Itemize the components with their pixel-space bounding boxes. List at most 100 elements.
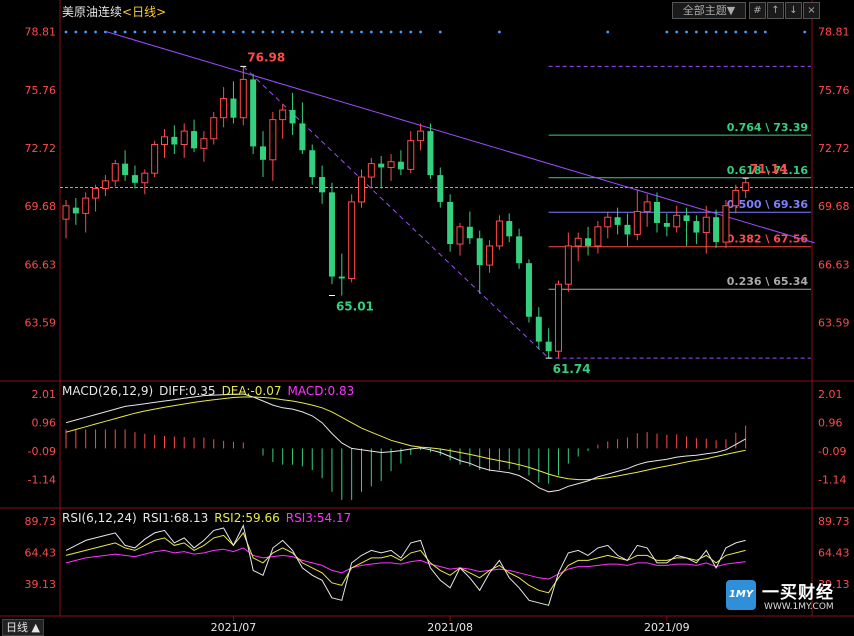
candle-body [654,201,660,223]
macd-tick-label-left: -1.14 [28,473,56,486]
macd-tick-label-right: 0.96 [818,416,843,429]
grid-toggle-button[interactable]: # [749,2,766,19]
candle-body [72,207,79,214]
signal-dot [192,30,196,34]
period-label[interactable]: <日线> [122,5,166,19]
candle-body [456,226,464,245]
signal-dot [330,30,334,34]
signal-dot [182,30,186,34]
move-down-button[interactable]: ↓ [785,2,802,19]
candle-body [643,201,651,212]
signal-dot [419,30,422,34]
signal-dot [763,30,767,34]
y-tick-label-left: 69.68 [25,200,57,213]
signal-dot [675,30,679,34]
brand-logo: 1MY 一买财经 WWW.1MY.COM [724,578,850,618]
signal-dot [64,30,68,34]
macd-title: MACD(26,12,9) DIFF:0.35 DEA:-0.07 MACD:0.83 [62,384,360,398]
candle-body [111,163,119,182]
candle-body [101,180,109,190]
x-tick-label: 2021/07 [211,621,257,634]
macd-tick-label-left: -0.09 [28,445,56,458]
signal-dot [320,30,324,34]
candle-body [279,109,287,121]
brand-badge: 1MY [726,580,756,610]
candle-body [437,175,444,202]
signal-dot [241,30,245,34]
candle-body [516,236,523,264]
candle-body [545,341,552,352]
rsi-title: RSI(6,12,24) RSI1:68.13 RSI2:59.66 RSI3:54.… [62,511,357,525]
price-annotation: 61.74 [553,362,591,376]
candle-body [564,245,572,285]
candle-body [367,163,375,178]
rsi-params: RSI(6,12,24) [62,511,137,525]
signal-dot [399,30,403,34]
candle-body [62,205,70,220]
candle-body [417,130,425,142]
signal-dot [143,30,147,34]
macd-tick-label-right: -1.14 [818,473,846,486]
candle-body [624,224,631,235]
macd-macd-value: MACD:0.83 [287,384,355,398]
candle-body [319,177,326,193]
rsi2-value: RSI2:59.66 [214,511,280,525]
candle-body [673,214,681,228]
signal-dot [133,30,137,34]
candle-body [506,221,513,237]
signal-dot [369,30,373,34]
signal-dot [232,30,235,34]
signal-dot [498,30,501,34]
rsi1-line [65,524,746,606]
close-chart-button[interactable]: × [803,2,820,19]
candle-body [269,119,277,161]
candle-body [742,182,750,191]
candle-body [722,205,730,243]
signal-dot [301,30,304,34]
move-up-button[interactable]: ↑ [767,2,784,19]
brand-name: 一买财经 [762,583,834,603]
rsi-tick-label-left: 64.43 [25,546,57,559]
candle-body [486,245,494,266]
fib-level-label: 0.382 \ 67.56 [727,233,809,246]
candle-body [239,78,247,119]
fib-level-label: 0.236 \ 65.34 [727,275,809,288]
y-tick-label-right: 63.59 [818,317,850,330]
candle-body [574,237,582,247]
rsi1-value: RSI1:68.13 [142,511,209,525]
candle-body [397,161,404,170]
candle-body [191,131,198,149]
candle-body [476,238,483,266]
signal-dot [202,30,206,34]
signal-dot [704,30,708,34]
candle-body [161,136,168,145]
theme-dropdown-button[interactable]: 全部主题▼ [672,2,746,19]
chart-window: { "header": { "instrument": "美原油连续", "pe… [0,0,854,636]
rsi-tick-label-left: 89.73 [25,515,57,528]
candle-body [614,217,621,225]
candle-body [447,201,454,245]
y-tick-label-left: 75.76 [25,84,57,97]
signal-dot [665,30,669,34]
signal-dot [724,30,728,34]
signal-dot [734,30,738,34]
signal-dot [754,30,757,34]
period-tab-daily[interactable]: 日线 ▲ [2,619,44,636]
signal-dot [172,30,176,34]
candle-body [427,131,434,176]
instrument-name: 美原油连续 [62,5,123,19]
candle-body [82,197,90,214]
candle-body [210,117,218,140]
candle-body [141,172,149,184]
signal-dot [261,30,265,34]
candle-body [604,216,612,228]
signal-dot [281,30,285,34]
macd-params: MACD(26,12,9) [62,384,154,398]
macd-dea-value: DEA:-0.07 [221,384,282,398]
candle-body [585,238,592,246]
candle-body [693,221,700,233]
x-tick-label: 2021/09 [644,621,690,634]
candle-body [122,163,129,176]
y-tick-label-right: 78.81 [818,25,850,38]
fib-level-label: 0.764 \ 73.39 [727,121,808,134]
